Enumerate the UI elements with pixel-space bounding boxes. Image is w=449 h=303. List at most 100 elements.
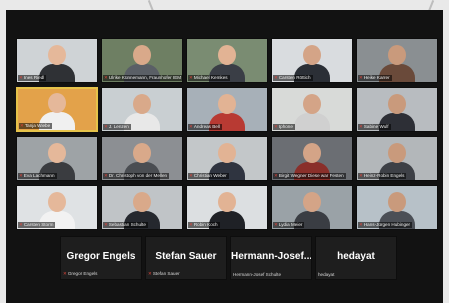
- participant-name: Sebastian Schulte: [108, 222, 146, 227]
- video-tile[interactable]: ✕Heike Karrer: [356, 38, 438, 83]
- participant-name-tag: ✕Heike Karrer: [358, 75, 392, 81]
- mic-muted-icon: ✕: [189, 222, 193, 227]
- participant-face: [303, 45, 321, 65]
- mic-muted-icon: ✕: [104, 75, 108, 80]
- participant-name-tag: ✕Heinz-Robin Engels: [358, 173, 407, 179]
- participant-name: Hans-Jürgen Hubinger: [363, 222, 411, 227]
- participant-name: Carsten Storm: [23, 222, 54, 227]
- participant-face: [48, 45, 66, 65]
- participant-face: [388, 45, 406, 65]
- audio-participant-name: Hermann-Josef...: [231, 251, 311, 262]
- mic-muted-icon: ✕: [104, 222, 108, 227]
- participant-face: [48, 93, 66, 113]
- participant-name: Dr. Christoph von der Mellen: [108, 173, 168, 178]
- video-tile[interactable]: ✕Sabine Wulf: [356, 87, 438, 132]
- participant-face: [388, 94, 406, 114]
- audio-tile-hedayat[interactable]: hedayat hedayat: [315, 236, 397, 280]
- mic-muted-icon: ✕: [359, 173, 363, 178]
- participant-name: Andreas Bell: [193, 124, 220, 129]
- participant-name: Robin Koch: [193, 222, 218, 227]
- participant-name-tag: ✕Birgit Wegner Diese war Festen: [273, 173, 346, 179]
- mic-muted-icon: ✕: [359, 75, 363, 80]
- participant-face: [388, 143, 406, 163]
- participant-name: J. Lenzen: [108, 124, 129, 129]
- mic-muted-icon: ✕: [104, 173, 108, 178]
- video-tile[interactable]: ✕J. Lenzen: [101, 87, 183, 132]
- participant-name-tag: ✕Carsten Storm: [18, 222, 56, 228]
- mic-muted-icon: ✕: [274, 75, 278, 80]
- participant-face: [218, 45, 236, 65]
- participant-name-tag: ✕Eva Lachmann: [18, 173, 57, 179]
- video-tile[interactable]: ✕Hans-Jürgen Hubinger: [356, 185, 438, 230]
- participant-face: [303, 192, 321, 212]
- participant-name-tag: ✕Carsten Röttich: [273, 75, 313, 81]
- participant-name-tag: ✕Ulrike Künnemann, Fraunhofer IEM: [103, 75, 182, 81]
- participant-name-tag: ✕Lydia Meier: [273, 222, 305, 228]
- participant-name-tag: ✕Andreas Bell: [188, 124, 222, 130]
- participant-name: Tanja Wiebe: [24, 123, 51, 128]
- video-tile[interactable]: ✕Sebastian Schulte: [101, 185, 183, 230]
- participant-body: [39, 112, 75, 130]
- participant-name-tag: ✕Robin Koch: [188, 222, 220, 228]
- participant-name: Michael Kemkes: [193, 75, 228, 80]
- participant-body: [294, 113, 330, 131]
- audio-participant-label: ✕Stefan Sauer: [148, 271, 180, 276]
- video-tile[interactable]: ✕Heinz-Robin Engels: [356, 136, 438, 181]
- participant-name: Carsten Röttich: [278, 75, 311, 80]
- video-tile[interactable]: ✕Carsten Storm: [16, 185, 98, 230]
- video-tile[interactable]: ✕Carsten Röttich: [271, 38, 353, 83]
- mic-muted-icon: ✕: [104, 124, 108, 129]
- video-tile[interactable]: ✕Andreas Bell: [186, 87, 268, 132]
- participant-face: [303, 143, 321, 163]
- mic-muted-icon: ✕: [19, 75, 23, 80]
- video-tile[interactable]: ✕Lydia Meier: [271, 185, 353, 230]
- participant-face: [218, 192, 236, 212]
- participant-name-tag: ✕Michael Kemkes: [188, 75, 230, 81]
- mic-muted-icon: ✕: [189, 173, 193, 178]
- mic-muted-icon: ✕: [274, 173, 278, 178]
- audio-participant-name: hedayat: [337, 251, 375, 262]
- video-tile[interactable]: ✕Robin Koch: [186, 185, 268, 230]
- video-tile[interactable]: ✕Ines Riedl: [16, 38, 98, 83]
- video-tile[interactable]: ✕Eva Lachmann: [16, 136, 98, 181]
- participant-name-tag: ✕Christian Weber: [188, 173, 229, 179]
- participant-name-tag: ✕Hans-Jürgen Hubinger: [358, 222, 413, 228]
- mic-muted-icon: ✕: [274, 222, 278, 227]
- video-tile[interactable]: ✕Iphone: [271, 87, 353, 132]
- mic-muted-icon: ✕: [189, 75, 193, 80]
- video-tile[interactable]: ✕Ulrike Künnemann, Fraunhofer IEM: [101, 38, 183, 83]
- audio-tile-hermann-josef[interactable]: Hermann-Josef... Hermann-Josef Schulte: [230, 236, 312, 280]
- participant-name-tag: ✕Ines Riedl: [18, 75, 47, 81]
- participant-name: Ines Riedl: [23, 75, 45, 80]
- mic-muted-icon: ✕: [148, 271, 152, 276]
- participant-name-tag: ✕Sebastian Schulte: [103, 222, 148, 228]
- video-tile[interactable]: ✕Christian Weber: [186, 136, 268, 181]
- participant-face: [133, 94, 151, 114]
- participant-name-tag: ✕J. Lenzen: [103, 124, 131, 130]
- participant-face: [133, 45, 151, 65]
- video-tile[interactable]: ✕Michael Kemkes: [186, 38, 268, 83]
- participant-name: Sabine Wulf: [363, 124, 389, 129]
- audio-participant-label: hedayat: [318, 272, 335, 277]
- participant-name: Birgit Wegner Diese war Festen: [278, 173, 344, 178]
- mic-muted-icon: ✕: [63, 271, 67, 276]
- participant-name-tag: ✕Iphone: [273, 124, 295, 130]
- participant-name: Lydia Meier: [278, 222, 303, 227]
- participant-name: Christian Weber: [193, 173, 227, 178]
- audio-tile-stefan-sauer[interactable]: Stefan Sauer ✕Stefan Sauer: [145, 236, 227, 280]
- participant-name-tag: ✕Tanja Wiebe: [19, 123, 53, 129]
- participant-face: [218, 94, 236, 114]
- participant-face: [303, 94, 321, 114]
- video-tile[interactable]: ✕Tanja Wiebe: [16, 87, 98, 132]
- participant-face: [133, 143, 151, 163]
- video-tile[interactable]: ✕Dr. Christoph von der Mellen: [101, 136, 183, 181]
- participant-face: [218, 143, 236, 163]
- audio-tile-gregor-engels[interactable]: Gregor Engels ✕Gregor Engels: [60, 236, 142, 280]
- audio-participant-name: Stefan Sauer: [155, 251, 217, 262]
- video-conference-screen: { "participants": [ {"name": "Ines Riedl…: [0, 0, 449, 303]
- participant-name: Eva Lachmann: [23, 173, 55, 178]
- audio-participant-label: Hermann-Josef Schulte: [233, 272, 282, 277]
- audio-participant-name: Gregor Engels: [66, 251, 136, 262]
- participant-video: [294, 91, 330, 131]
- video-tile[interactable]: ✕Birgit Wegner Diese war Festen: [271, 136, 353, 181]
